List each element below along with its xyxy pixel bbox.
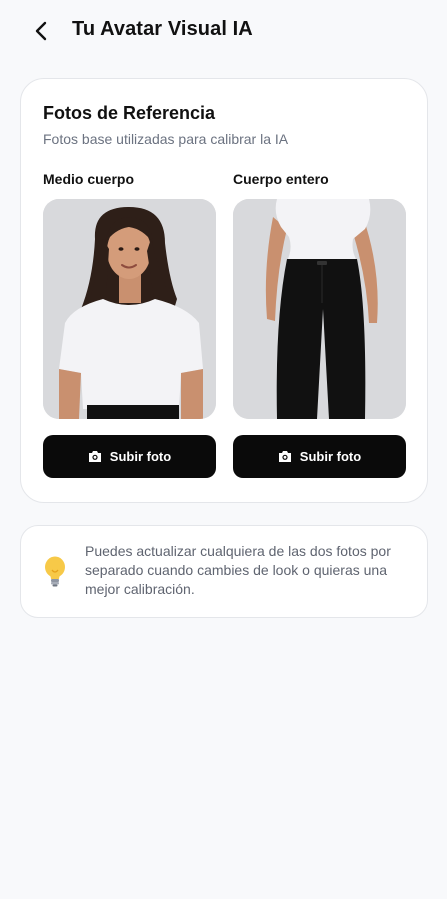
back-button[interactable] (30, 19, 54, 43)
camera-icon (278, 451, 291, 462)
upload-button-label: Subir foto (109, 449, 172, 464)
camera-icon (88, 451, 101, 462)
reference-photos-card: Fotos de Referencia Fotos base utilizada… (20, 78, 428, 503)
half-body-column: Medio cuerpo Subir foto (43, 171, 216, 478)
upload-button-label: Subir foto (299, 449, 362, 464)
tip-text: Puedes actualizar cualquiera de las dos … (85, 543, 391, 597)
card-title: Fotos de Referencia (43, 103, 216, 123)
app-header: Tu Avatar Visual IA (0, 0, 447, 62)
upload-half-body-button[interactable]: Subir foto (43, 435, 216, 478)
full-body-photo[interactable] (233, 199, 406, 419)
full-body-label: Cuerpo entero (233, 171, 329, 187)
lightbulb-icon (45, 556, 65, 587)
tip-card: Puedes actualizar cualquiera de las dos … (20, 525, 428, 618)
half-body-label: Medio cuerpo (43, 171, 135, 187)
half-body-photo[interactable] (43, 199, 216, 419)
full-body-column: Cuerpo entero Subir foto (233, 171, 406, 478)
page-title: Tu Avatar Visual IA (72, 18, 253, 40)
upload-full-body-button[interactable]: Subir foto (233, 435, 406, 478)
chevron-left-icon (35, 21, 47, 41)
card-subtitle: Fotos base utilizadas para calibrar la I… (43, 131, 289, 147)
